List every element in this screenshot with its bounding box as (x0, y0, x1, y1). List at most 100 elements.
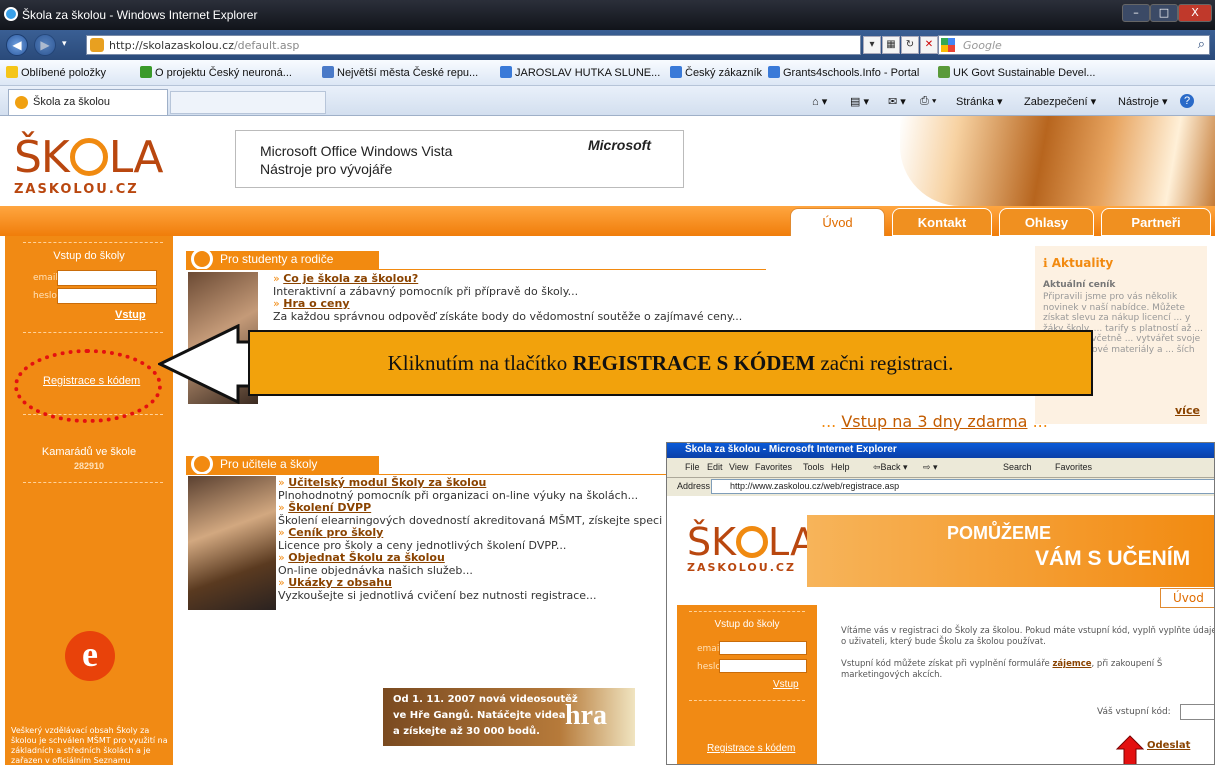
forward-arrow-icon[interactable]: ▶ (34, 34, 56, 56)
fav-item[interactable]: O projektu Český neuroná... (140, 66, 292, 79)
ie-page-icon (768, 66, 780, 78)
fav-item[interactable]: JAROSLAV HUTKA SLUNE... (500, 66, 660, 79)
close-button[interactable]: X (1178, 4, 1212, 22)
favorites-button[interactable]: Oblíbené položky (6, 66, 106, 79)
mail-icon[interactable]: ✉ ▾ (888, 95, 906, 108)
password-field[interactable] (57, 288, 157, 304)
ie-page-icon (500, 66, 512, 78)
tab-partneri[interactable]: Partneři (1101, 208, 1211, 236)
fav-item[interactable]: Grants4schools.Info - Portal (768, 66, 919, 79)
compat-view-icon[interactable]: ▦ (882, 36, 900, 54)
inset-menu-item[interactable]: Tools (803, 462, 824, 472)
up-arrow-icon (1115, 735, 1145, 764)
inset-login-button[interactable]: Vstup (773, 679, 799, 690)
inset-back-button[interactable]: ⇦Back ▾ (873, 462, 908, 473)
page-icon (938, 66, 950, 78)
inset-menu-item[interactable]: View (729, 462, 748, 472)
inset-menu-bar: File Edit View Favorites Tools Help ⇦Bac… (667, 458, 1214, 478)
search-icon[interactable]: ⌕ (1198, 37, 1205, 52)
site-logo[interactable]: ŠK LA ZASKOLOU.CZ (14, 136, 163, 198)
dropdown-icon[interactable]: ▾ (863, 36, 881, 54)
ad-banner[interactable]: Microsoft Office Windows Vista Nástroje … (235, 130, 684, 188)
stop-icon[interactable]: ✕ (920, 36, 938, 54)
section-teachers-heading: Pro učitele a školy (186, 453, 379, 475)
list-item[interactable]: » Školení DVPP (278, 501, 371, 514)
inset-password-field[interactable] (719, 659, 807, 673)
news-heading: ℹ Aktuality (1043, 256, 1114, 270)
fav-item[interactable]: Největší města České repu... (322, 66, 478, 79)
news-subheading: Aktuální ceník (1043, 280, 1116, 290)
list-item[interactable]: » Objednat Školu za školou (278, 551, 445, 564)
fav-item[interactable]: Český zákazník (670, 66, 762, 79)
tab-uvod[interactable]: Úvod (790, 208, 885, 236)
inset-menu-item[interactable]: Edit (707, 462, 723, 472)
list-item[interactable]: » Učitelský modul Školy za školou (278, 476, 486, 489)
email-label: email (33, 273, 58, 283)
google-icon (941, 38, 955, 52)
tab-ohlasy[interactable]: Ohlasy (999, 208, 1094, 236)
section-students-heading: Pro studenty a rodiče (186, 248, 379, 270)
url-path: /default.asp (233, 39, 300, 52)
fav-item[interactable]: UK Govt Sustainable Devel... (938, 66, 1095, 79)
inset-address-bar[interactable]: http://www.zaskolou.cz/web/registrace.as… (711, 479, 1214, 494)
new-tab-button[interactable] (170, 91, 326, 114)
window-title: Škola za školou - Windows Internet Explo… (22, 8, 258, 22)
inset-forward-button[interactable]: ⇨ ▾ (923, 462, 938, 473)
inset-send-button[interactable]: Odeslat (1147, 740, 1190, 751)
item-desc: Vyzkoušejte si jednotlivá cvičení bez nu… (278, 589, 597, 602)
email-field[interactable] (57, 270, 157, 286)
inset-address-label: Address (677, 481, 711, 491)
list-item[interactable]: » Hra o ceny (273, 297, 350, 310)
minimize-button[interactable]: – (1122, 4, 1150, 22)
inset-favorites-button[interactable]: Favorites (1055, 462, 1092, 472)
safety-menu[interactable]: Zabezpečení ▾ (1024, 95, 1096, 108)
window-title-bar: Škola za školou - Windows Internet Explo… (0, 0, 1215, 30)
tools-menu[interactable]: Nástroje ▾ (1118, 95, 1168, 108)
help-icon[interactable]: ? (1180, 94, 1194, 108)
tab-row: Škola za školou ⌂ ▾ ▤ ▾ ✉ ▾ ⎙ ▾ Stránka … (0, 86, 1215, 116)
site-favicon-icon (90, 38, 104, 52)
list-item[interactable]: » Ceník pro školy (278, 526, 383, 539)
search-input[interactable]: Google ⌕ (938, 35, 1210, 55)
maximize-button[interactable]: □ (1150, 4, 1178, 22)
list-item[interactable]: » Co je škola za školou? (273, 272, 418, 285)
inset-register-link[interactable]: Registrace s kódem (707, 743, 795, 754)
inset-address-row: Address http://www.zaskolou.cz/web/regis… (667, 478, 1214, 496)
inset-menu-item[interactable]: Favorites (755, 462, 792, 472)
back-arrow-icon[interactable]: ◀ (6, 34, 28, 56)
browser-tab[interactable]: Škola za školou (8, 89, 168, 115)
free-trial-link[interactable]: ... Vstup na 3 dny zdarma ... (821, 412, 1048, 431)
accreditation-note: Veškerý vzdělávací obsah Školy za školou… (11, 726, 168, 765)
login-heading: Vstup do školy (53, 250, 125, 262)
inset-search-button[interactable]: Search (1003, 462, 1032, 472)
tab-kontakt[interactable]: Kontakt (892, 208, 992, 236)
ie-page-icon (670, 66, 682, 78)
highlight-circle (14, 349, 162, 423)
address-bar[interactable]: http://skolazaskolou.cz/default.asp (86, 35, 861, 55)
feeds-icon[interactable]: ▤ ▾ (850, 95, 869, 108)
inset-body-text: Vítáme vás v registraci do Školy za škol… (841, 626, 1215, 680)
favorites-bar: Oblíbené položky O projektu Český neuron… (0, 60, 1215, 86)
clock-icon (736, 526, 769, 558)
inset-tab-uvod[interactable]: Úvod (1160, 588, 1214, 608)
promo-banner[interactable]: Od 1. 11. 2007 nová videosoutěž ve Hře G… (383, 688, 635, 746)
inset-menu-item[interactable]: File (685, 462, 700, 472)
inset-code-input[interactable] (1180, 704, 1214, 720)
address-row: ◀ ▶ ▾ http://skolazaskolou.cz/default.as… (0, 30, 1215, 60)
inset-interest-link[interactable]: zájemce (1052, 659, 1091, 669)
clock-icon (69, 138, 108, 176)
inset-login-heading: Vstup do školy (714, 619, 780, 630)
page-icon (140, 66, 152, 78)
inset-screenshot: Škola za školou - Microsoft Internet Exp… (666, 442, 1215, 765)
inset-menu-item[interactable]: Help (831, 462, 850, 472)
home-icon[interactable]: ⌂ ▾ (812, 95, 827, 108)
list-item[interactable]: » Ukázky z obsahu (278, 576, 392, 589)
instruction-callout: Kliknutím na tlačítko REGISTRACE S KÓDEM… (248, 330, 1093, 396)
news-more-link[interactable]: více (1175, 404, 1200, 417)
login-button[interactable]: Vstup (115, 309, 146, 321)
print-icon[interactable]: ⎙ ▾ (920, 95, 936, 108)
inset-email-field[interactable] (719, 641, 807, 655)
page-menu[interactable]: Stránka ▾ (956, 95, 1003, 108)
history-dropdown-icon[interactable]: ▾ (62, 39, 67, 49)
refresh-icon[interactable]: ↻ (901, 36, 919, 54)
